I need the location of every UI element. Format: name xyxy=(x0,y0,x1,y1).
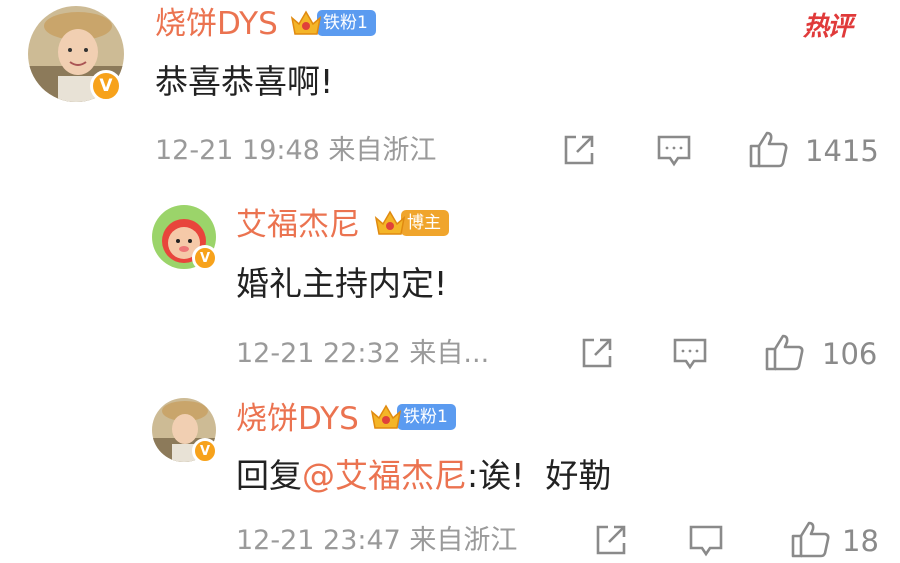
comment-time-location: 12-21 22:32 来自... xyxy=(236,338,490,369)
avatar[interactable]: V xyxy=(152,205,218,271)
like-thumb-icon[interactable] xyxy=(764,332,806,376)
share-icon[interactable] xyxy=(561,132,597,172)
comment-icon[interactable] xyxy=(671,336,709,376)
verified-v-icon: V xyxy=(90,70,122,102)
blogger-badge[interactable]: 博主 xyxy=(373,208,449,238)
hot-comment-tag: 热评 xyxy=(803,12,853,42)
mention-link[interactable]: @艾福杰尼 xyxy=(302,456,467,495)
comment-username[interactable]: 烧饼DYS xyxy=(236,401,359,437)
comment-text: 婚礼主持内定! xyxy=(236,264,448,303)
verified-v-icon: V xyxy=(192,245,218,271)
crown-icon xyxy=(289,8,323,38)
verified-v-icon: V xyxy=(192,438,218,464)
avatar[interactable]: V xyxy=(28,6,124,102)
like-thumb-icon[interactable] xyxy=(790,519,832,563)
reply-text: :诶! 好勒 xyxy=(467,456,612,495)
share-icon[interactable] xyxy=(579,335,615,375)
comment-text: 恭喜恭喜啊! xyxy=(155,62,334,101)
comment-username[interactable]: 烧饼DYS xyxy=(155,6,278,42)
share-icon[interactable] xyxy=(593,522,629,562)
like-count: 18 xyxy=(842,524,879,558)
comment-icon[interactable] xyxy=(655,133,693,173)
fan-badge-label: 铁粉1 xyxy=(397,404,456,430)
like-count: 1415 xyxy=(805,134,879,168)
like-count: 106 xyxy=(822,337,878,371)
comment-time-location: 12-21 19:48 来自浙江 xyxy=(155,135,437,166)
fan-badge[interactable]: 铁粉1 xyxy=(289,8,376,38)
reply-text-line: 回复@艾福杰尼:诶! 好勒 xyxy=(236,456,611,496)
blogger-badge-label: 博主 xyxy=(401,210,449,236)
crown-icon xyxy=(373,208,407,238)
comment-username[interactable]: 艾福杰尼 xyxy=(236,207,360,243)
fan-badge[interactable]: 铁粉1 xyxy=(369,402,456,432)
fan-badge-label: 铁粉1 xyxy=(317,10,376,36)
like-thumb-icon[interactable] xyxy=(748,129,790,173)
crown-icon xyxy=(369,402,403,432)
reply-prefix: 回复 xyxy=(236,456,302,495)
avatar[interactable]: V xyxy=(152,398,218,464)
comment-time-location: 12-21 23:47 来自浙江 xyxy=(236,525,518,556)
comment-icon[interactable] xyxy=(687,523,725,563)
